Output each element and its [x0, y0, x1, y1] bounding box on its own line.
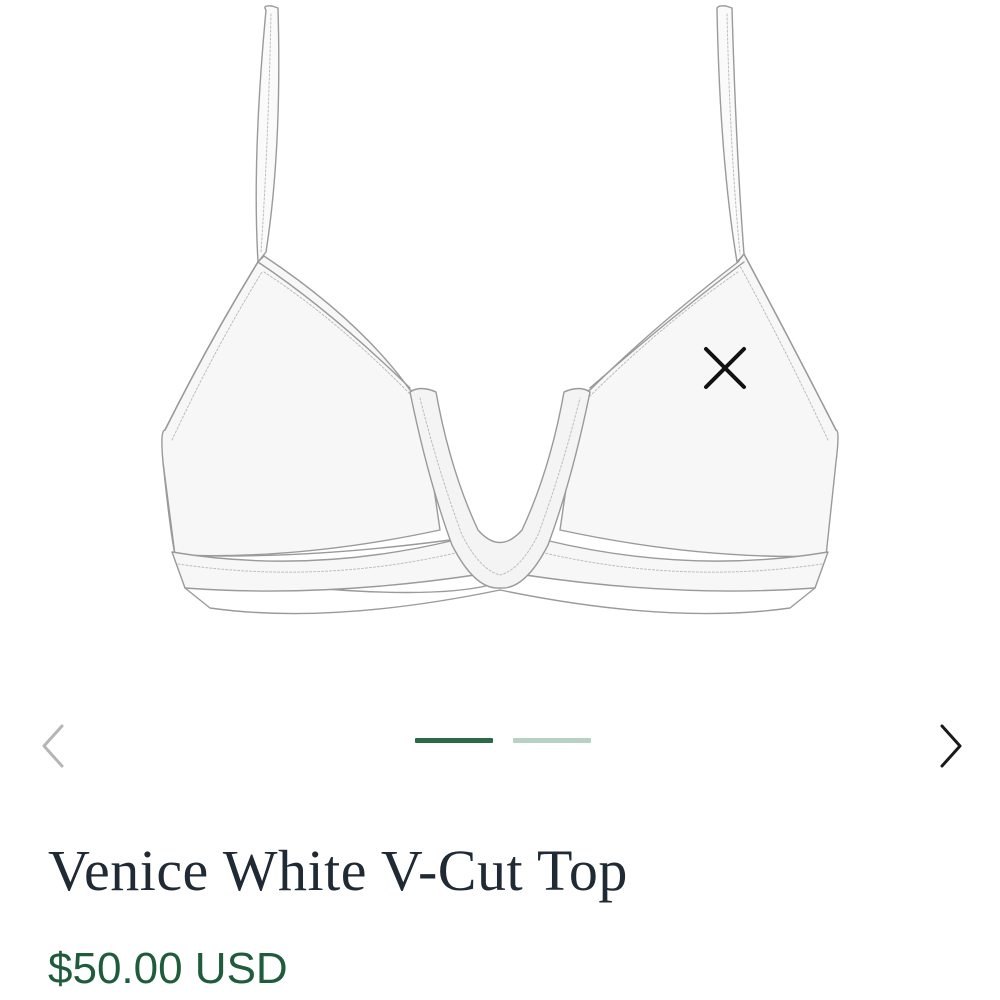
product-image: [150, 0, 850, 640]
close-button[interactable]: [697, 340, 753, 396]
previous-image-button[interactable]: [32, 716, 76, 776]
chevron-left-icon: [42, 724, 64, 768]
product-title: Venice White V-Cut Top: [48, 838, 628, 903]
carousel-indicators: [415, 738, 591, 743]
next-image-button[interactable]: [928, 716, 972, 776]
close-icon: [704, 347, 746, 389]
product-price: $50.00 USD: [48, 944, 288, 993]
indicator-image-2[interactable]: [513, 738, 591, 743]
chevron-right-icon: [940, 724, 962, 768]
indicator-image-1[interactable]: [415, 738, 493, 743]
bikini-top-illustration: [161, 5, 839, 615]
product-page: Venice White V-Cut Top $50.00 USD: [0, 0, 1000, 1000]
